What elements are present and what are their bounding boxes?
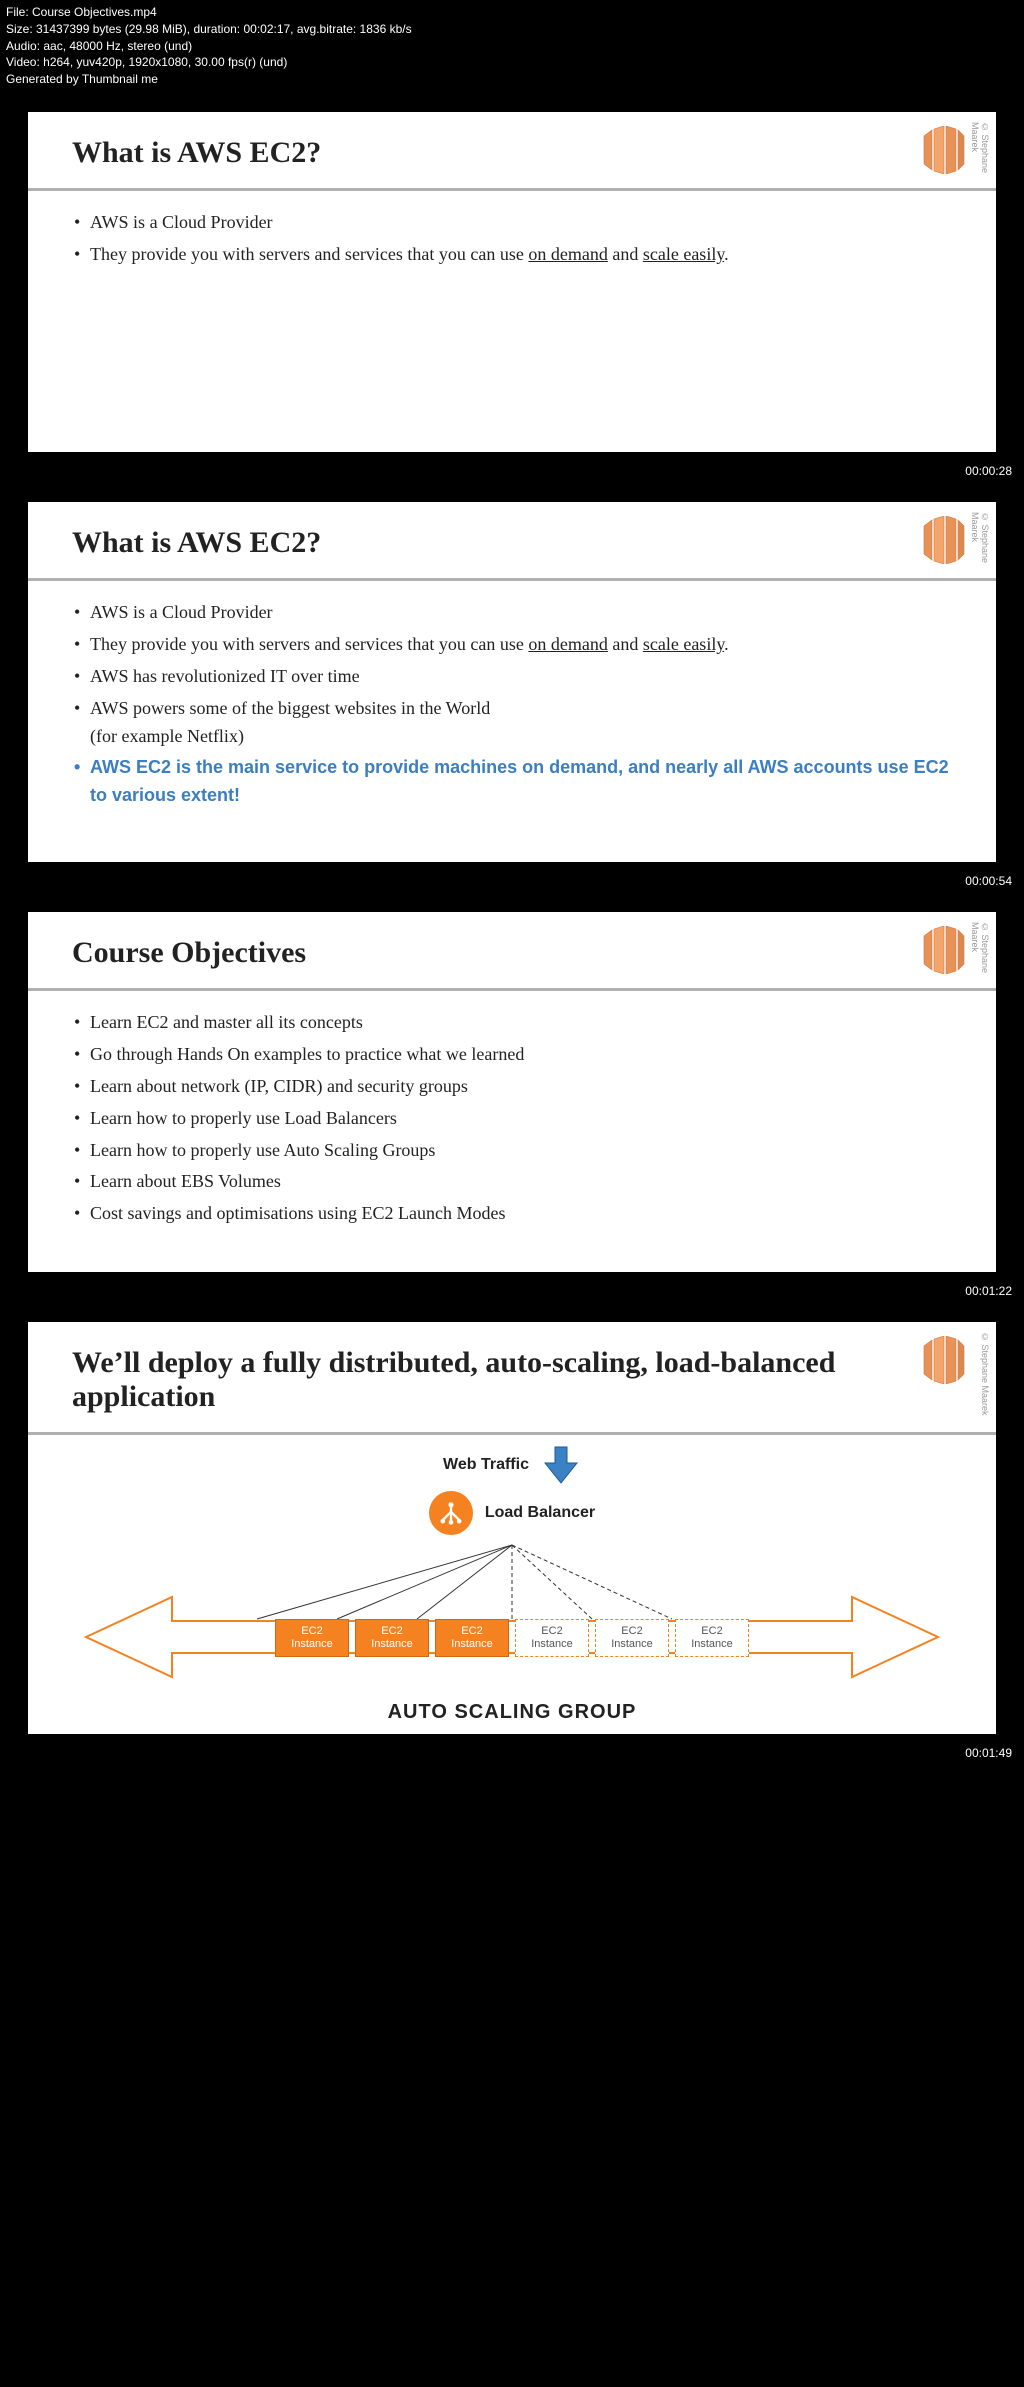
ec2-instance-box: EC2 Instance <box>595 1619 669 1657</box>
bullet-item: Cost savings and optimisations using EC2… <box>72 1200 952 1228</box>
asg-label: AUTO SCALING GROUP <box>48 1701 976 1724</box>
bullet-list: AWS is a Cloud Provider They provide you … <box>72 599 952 810</box>
instance-label-2: Instance <box>611 1638 653 1651</box>
slide-title: Course Objectives <box>72 936 896 970</box>
bullet-item: AWS has revolutionized IT over time <box>72 663 952 691</box>
slide-title: What is AWS EC2? <box>72 136 896 170</box>
instance-label-2: Instance <box>451 1638 493 1651</box>
ec2-instance-box: EC2 Instance <box>675 1619 749 1657</box>
slide-title: We’ll deploy a fully distributed, auto-s… <box>72 1346 896 1414</box>
ec2-instance-box: EC2 Instance <box>435 1619 509 1657</box>
slide-header: © Stephane Maarek Course Objectives <box>28 912 996 988</box>
aws-ec2-icon <box>918 926 966 974</box>
aws-ec2-icon <box>918 516 966 564</box>
ec2-instance-box: EC2 Instance <box>275 1619 349 1657</box>
ec2-instance-box: EC2 Instance <box>355 1619 429 1657</box>
instance-label-1: EC2 <box>301 1625 322 1638</box>
slide-title: What is AWS EC2? <box>72 526 896 560</box>
instance-label-2: Instance <box>691 1638 733 1651</box>
web-traffic-row: Web Traffic <box>48 1445 976 1485</box>
bullet-item: AWS EC2 is the main service to provide m… <box>72 754 952 810</box>
timestamp: 00:00:54 <box>0 870 1024 892</box>
slide-wrap: © Stephane Maarek We’ll deploy a fully d… <box>0 1302 1024 1742</box>
slide-body: AWS is a Cloud Provider They provide you … <box>28 191 996 301</box>
meta-video: Video: h264, yuv420p, 1920x1080, 30.00 f… <box>6 54 1018 71</box>
copyright-text: © Stephane Maarek <box>970 512 990 578</box>
timestamp: 00:00:28 <box>0 460 1024 482</box>
slide: © Stephane Maarek What is AWS EC2? AWS i… <box>28 502 996 862</box>
bullet-item: They provide you with servers and servic… <box>72 241 952 269</box>
slide-wrap: © Stephane Maarek What is AWS EC2? AWS i… <box>0 482 1024 870</box>
slide-header: © Stephane Maarek We’ll deploy a fully d… <box>28 1322 996 1432</box>
auto-scaling-row: EC2 Instance EC2 Instance EC2 Instance E… <box>48 1541 976 1701</box>
load-balancer-icon <box>429 1491 473 1535</box>
bullet-item: Learn EC2 and master all its concepts <box>72 1009 952 1037</box>
bullet-item: Learn about network (IP, CIDR) and secur… <box>72 1073 952 1101</box>
instance-label-2: Instance <box>291 1638 333 1651</box>
meta-file: File: Course Objectives.mp4 <box>6 4 1018 21</box>
bullet-item: Learn how to properly use Auto Scaling G… <box>72 1137 952 1165</box>
bullet-item: They provide you with servers and servic… <box>72 631 952 659</box>
aws-ec2-icon <box>918 1336 966 1384</box>
instance-label-2: Instance <box>531 1638 573 1651</box>
instance-label-1: EC2 <box>621 1625 642 1638</box>
meta-audio: Audio: aac, 48000 Hz, stereo (und) <box>6 38 1018 55</box>
bullet-item: AWS powers some of the biggest websites … <box>72 695 952 751</box>
bullet-item: AWS is a Cloud Provider <box>72 209 952 237</box>
load-balancer-label: Load Balancer <box>485 1504 595 1522</box>
slide-body: AWS is a Cloud Provider They provide you … <box>28 581 996 842</box>
bullet-list: AWS is a Cloud Provider They provide you … <box>72 209 952 269</box>
bullet-item: AWS is a Cloud Provider <box>72 599 952 627</box>
bullet-item: Go through Hands On examples to practice… <box>72 1041 952 1069</box>
down-arrow-icon <box>541 1445 581 1485</box>
instance-label-1: EC2 <box>541 1625 562 1638</box>
slide: © Stephane Maarek Course Objectives Lear… <box>28 912 996 1272</box>
aws-ec2-icon <box>918 126 966 174</box>
instances-row: EC2 Instance EC2 Instance EC2 Instance E… <box>48 1619 976 1657</box>
meta-size: Size: 31437399 bytes (29.98 MiB), durati… <box>6 21 1018 38</box>
slide: © Stephane Maarek What is AWS EC2? AWS i… <box>28 112 996 452</box>
web-traffic-label: Web Traffic <box>443 1456 529 1474</box>
instance-label-1: EC2 <box>381 1625 402 1638</box>
meta-generated: Generated by Thumbnail me <box>6 71 1018 88</box>
slide: © Stephane Maarek We’ll deploy a fully d… <box>28 1322 996 1734</box>
bullet-item: Learn about EBS Volumes <box>72 1168 952 1196</box>
timestamp: 00:01:49 <box>0 1742 1024 1764</box>
bullet-list: Learn EC2 and master all its concepts Go … <box>72 1009 952 1228</box>
timestamp: 00:01:22 <box>0 1280 1024 1302</box>
bullet-item: Learn how to properly use Load Balancers <box>72 1105 952 1133</box>
copyright-text: © Stephane Maarek <box>970 922 990 988</box>
instance-label-1: EC2 <box>461 1625 482 1638</box>
slide-wrap: © Stephane Maarek Course Objectives Lear… <box>0 892 1024 1280</box>
slide-header: © Stephane Maarek What is AWS EC2? <box>28 502 996 578</box>
slide-wrap: © Stephane Maarek What is AWS EC2? AWS i… <box>0 92 1024 460</box>
load-balancer-row: Load Balancer <box>48 1491 976 1535</box>
copyright-text: © Stephane Maarek <box>970 122 990 188</box>
slide-body: Learn EC2 and master all its concepts Go … <box>28 991 996 1260</box>
instance-label-1: EC2 <box>701 1625 722 1638</box>
file-metadata: File: Course Objectives.mp4 Size: 314373… <box>0 0 1024 92</box>
copyright-text: © Stephane Maarek <box>980 1332 990 1416</box>
ec2-instance-box: EC2 Instance <box>515 1619 589 1657</box>
diagram-body: Web Traffic Load Balancer <box>28 1435 996 1734</box>
slide-header: © Stephane Maarek What is AWS EC2? <box>28 112 996 188</box>
instance-label-2: Instance <box>371 1638 413 1651</box>
